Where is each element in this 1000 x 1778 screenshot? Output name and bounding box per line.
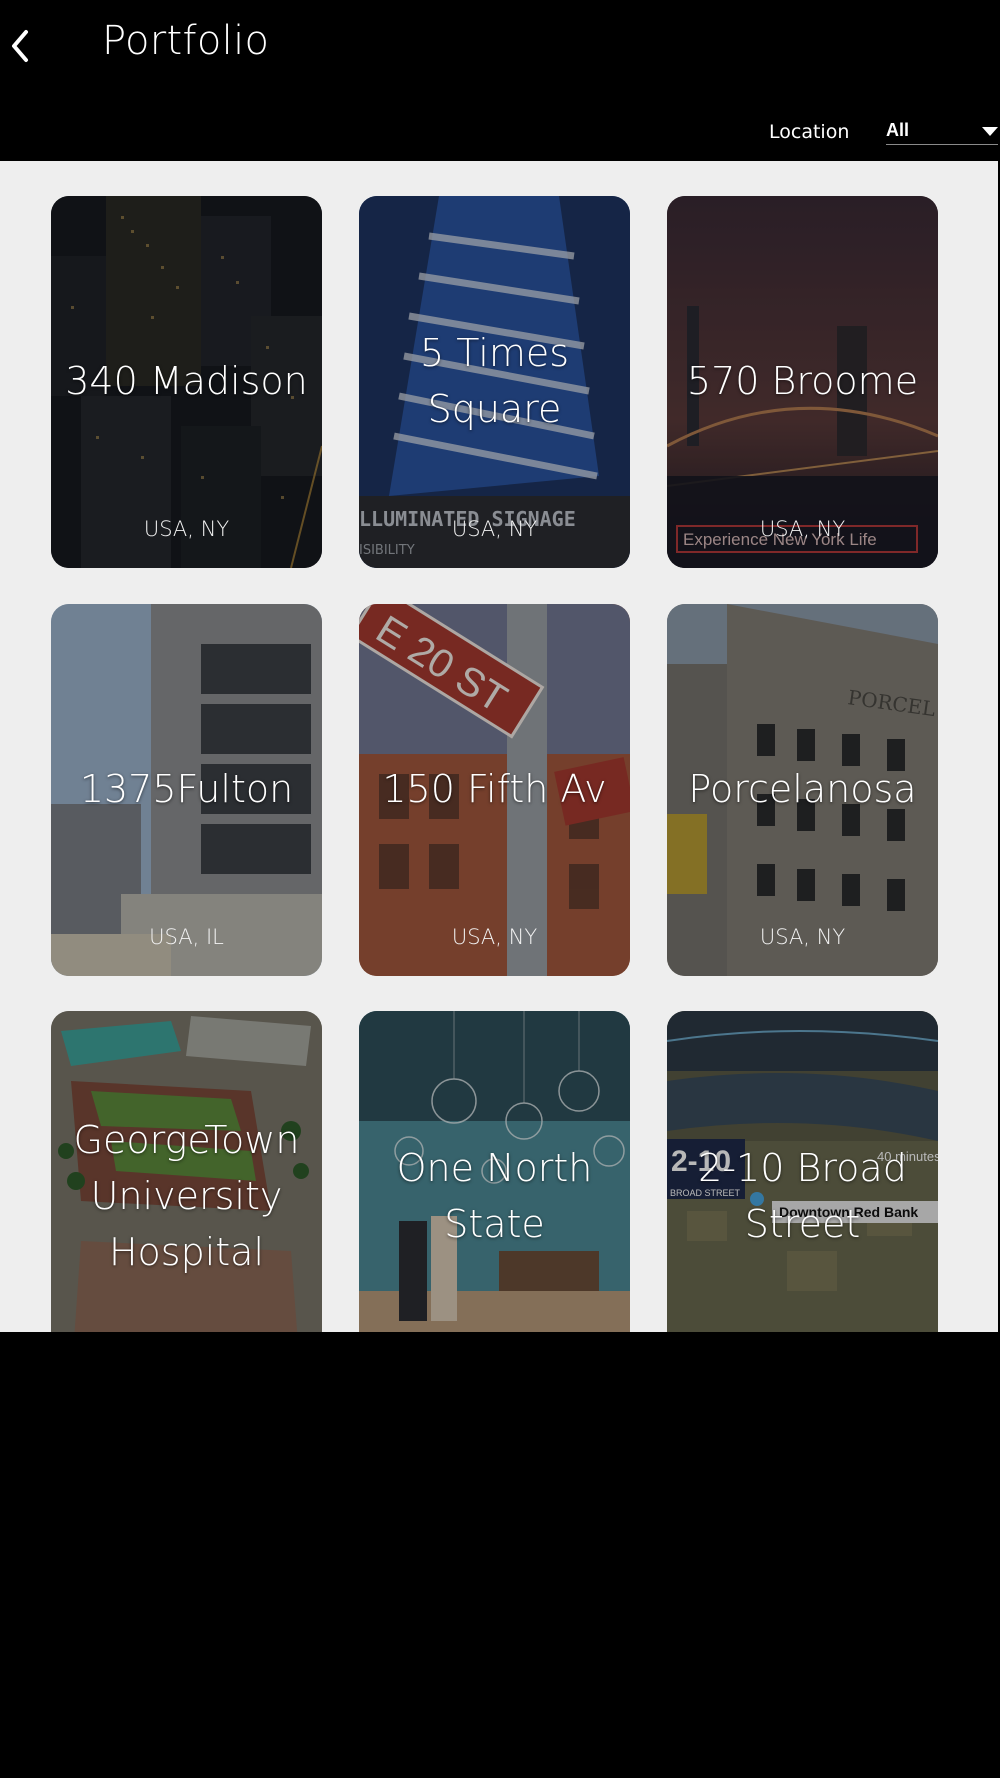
- card-location: USA, NY: [759, 925, 846, 949]
- card-location: USA, NY: [759, 517, 846, 541]
- page-title: Portfolio: [102, 18, 270, 64]
- portfolio-grid: 340 Madison USA, NY LLUMINATED SIGNAGE I…: [0, 161, 998, 1332]
- location-dropdown-value: All: [886, 120, 910, 140]
- portfolio-card[interactable]: Experience New York Life 570 Broome USA,…: [667, 196, 938, 568]
- location-dropdown[interactable]: All: [886, 118, 998, 145]
- portfolio-card[interactable]: 2-10 BROAD STREET 40 minutes Downtown Re…: [667, 1011, 938, 1332]
- card-location: USA, NY: [451, 925, 538, 949]
- location-filter-label: Location: [769, 121, 850, 143]
- card-title: One North State: [396, 1146, 593, 1246]
- card-title: GeorgeTown University Hospital: [73, 1118, 300, 1274]
- portfolio-card[interactable]: GeorgeTown University Hospital: [51, 1011, 322, 1332]
- card-title: 5 Times Square: [419, 331, 570, 431]
- card-title: Porcelanosa: [688, 767, 917, 811]
- portfolio-card[interactable]: 1375Fulton USA, IL: [51, 604, 322, 976]
- card-location: USA, NY: [451, 517, 538, 541]
- portfolio-card[interactable]: PORCEL Porcelanosa USA, NY: [667, 604, 938, 976]
- caret-down-icon: [982, 127, 998, 136]
- card-title: 2-10 Broad Street: [698, 1146, 907, 1246]
- portfolio-card[interactable]: E 20 ST 150 Fifth Av USA, NY: [359, 604, 630, 976]
- portfolio-card[interactable]: LLUMINATED SIGNAGE ISIBILITY 5 Times Squ…: [359, 196, 630, 568]
- app-header: Portfolio Location All: [0, 0, 1000, 161]
- card-title: 1375Fulton: [79, 767, 294, 811]
- portfolio-card[interactable]: One North State: [359, 1011, 630, 1332]
- card-title: 340 Madison: [65, 359, 308, 403]
- back-button[interactable]: [4, 26, 40, 66]
- chevron-left-icon: [12, 30, 28, 62]
- card-title: 150 Fifth Av: [382, 767, 607, 811]
- portfolio-card[interactable]: 340 Madison USA, NY: [51, 196, 322, 568]
- card-title: 570 Broome: [686, 359, 919, 403]
- card-location: USA, IL: [149, 925, 224, 949]
- card-location: USA, NY: [143, 517, 230, 541]
